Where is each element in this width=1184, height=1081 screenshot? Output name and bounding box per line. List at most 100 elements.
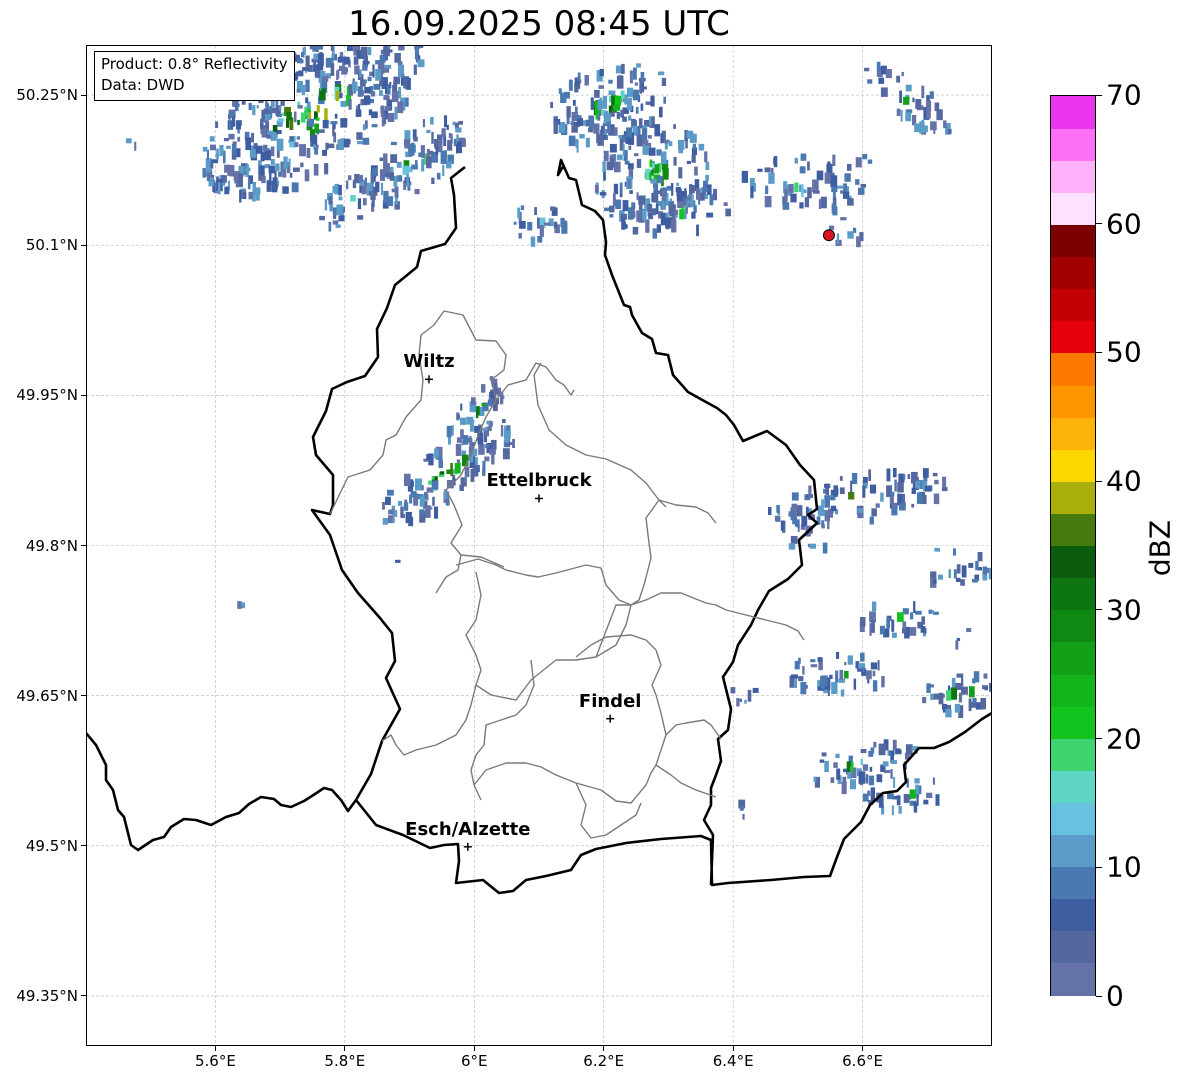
precip-pixel [743,177,747,181]
precip-pixel [417,55,421,60]
precip-pixel [577,72,581,81]
precip-pixel [237,601,242,609]
precip-pixel [628,115,632,121]
precip-pixel [827,161,831,173]
precip-pixel [294,142,299,147]
precip-pixel [749,178,755,186]
precip-pixel [654,124,661,137]
precip-pixel [413,136,418,142]
precip-pixel [905,744,913,756]
precip-pixel [553,221,558,229]
precip-pixel [831,682,838,695]
precip-pixel [484,456,490,462]
precip-pixel [842,776,847,787]
precip-pixel [911,503,915,508]
precip-pixel [663,96,666,104]
precip-pixel [903,474,906,480]
precip-pixel [125,138,132,144]
precip-pixel [455,127,462,133]
precip-pixel [933,493,940,505]
precip-pixel [561,220,568,231]
precip-pixel [954,703,960,713]
precip-pixel [968,698,972,712]
precip-pixel [332,220,339,225]
precip-pixel [391,188,398,193]
precip-pixel [327,143,335,149]
precip-pixel [627,207,634,220]
precip-pixel [362,60,370,65]
precip-pixel [613,183,619,195]
precip-pixel [929,91,934,99]
latitude-tick [81,394,86,396]
precip-pixel [632,226,639,235]
precip-pixel [774,515,780,521]
precip-pixel [353,56,359,65]
precip-pixel [988,568,992,580]
precip-pixel [371,196,375,208]
precip-pixel [589,116,595,129]
radar-map-canvas [86,45,992,1046]
radar-map[interactable] [86,45,992,1046]
precip-pixel [950,687,957,700]
precip-pixel [645,220,650,233]
precip-pixel [816,170,824,181]
precip-pixel [639,80,642,94]
precip-pixel [705,174,709,182]
precip-pixel [696,188,701,200]
colorbar-segment [1051,641,1095,675]
precip-pixel [922,696,927,704]
precip-pixel [984,687,988,691]
precip-pixel [395,559,401,563]
precip-pixel [742,814,745,820]
precip-pixel [478,443,485,455]
precip-pixel [809,543,816,549]
precip-pixel [621,219,626,230]
precip-pixel [357,215,364,220]
longitude-tick-label: 5.8°E [324,1052,366,1070]
precip-pixel [898,806,902,814]
precip-pixel [912,97,915,103]
precip-pixel [915,610,922,615]
precip-pixel [602,95,608,109]
data-source-label: Data: DWD [101,76,185,94]
precip-pixel [413,64,417,75]
precip-pixel [262,144,268,152]
precip-pixel [351,45,357,46]
precip-pixel [394,106,398,120]
precip-pixel [902,621,907,629]
precip-pixel [924,485,932,492]
precip-pixel [458,121,463,125]
precip-pixel [915,481,921,489]
precip-pixel [264,114,271,121]
precip-pixel [658,71,665,76]
precip-pixel [134,141,137,151]
precip-pixel [283,156,288,170]
precip-pixel [689,133,697,143]
precip-pixel [624,94,628,105]
precip-pixel [706,212,714,218]
precip-pixel [457,415,460,419]
precip-pixel [518,232,522,239]
precip-pixel [650,95,655,107]
precip-pixel [426,155,432,169]
precip-pixel [415,160,418,166]
precip-pixel [936,109,943,121]
precip-pixel [674,209,679,215]
precip-pixel [367,46,372,56]
precip-pixel [319,215,325,221]
precip-pixel [396,161,402,168]
precip-pixel [300,162,304,168]
precip-pixel [276,113,282,118]
precip-pixel [452,121,456,126]
colorbar-segment [1051,128,1095,161]
precip-pixel [919,785,922,795]
precip-pixel [879,625,885,635]
precip-pixel [895,748,901,754]
precip-pixel [885,69,892,79]
precip-pixel [835,753,840,759]
precip-pixel [642,86,647,90]
precip-pixel [502,448,510,460]
precip-pixel [776,505,780,513]
precip-pixel [768,507,772,515]
precip-pixel [384,172,391,178]
